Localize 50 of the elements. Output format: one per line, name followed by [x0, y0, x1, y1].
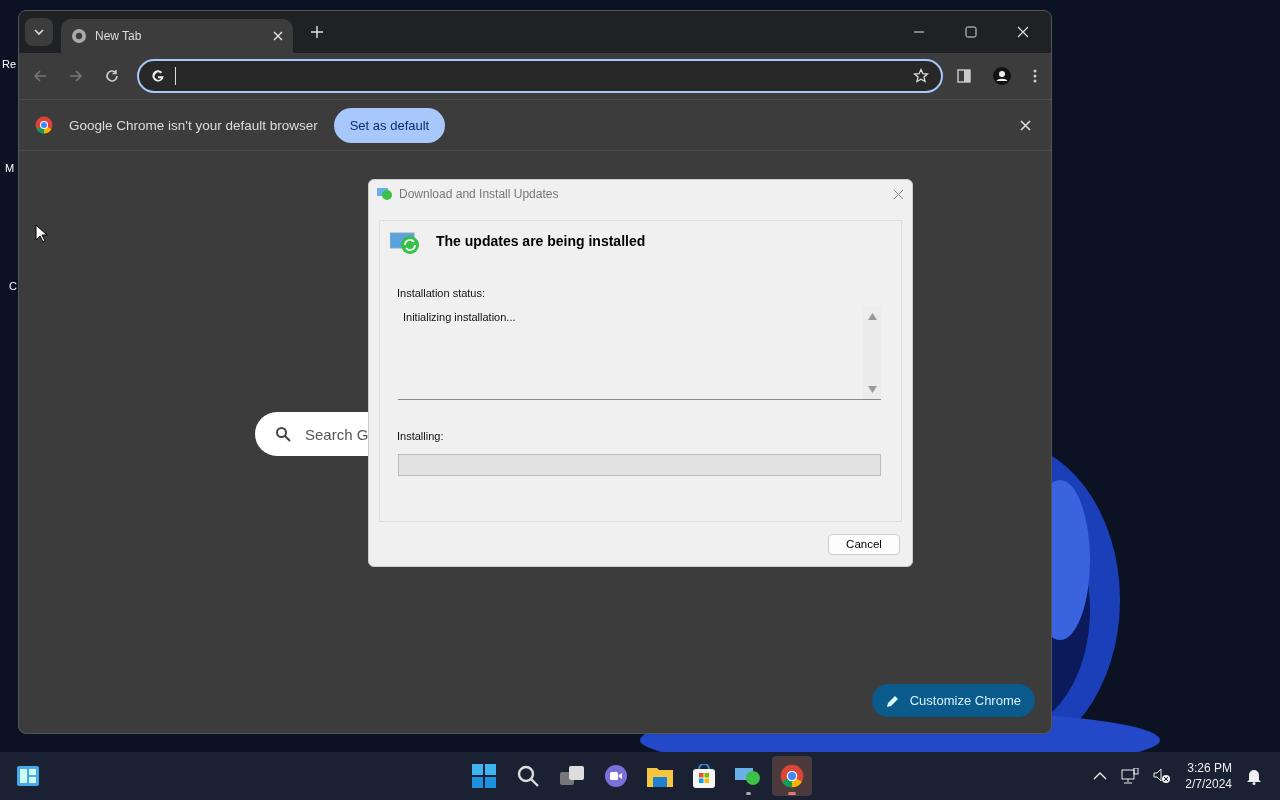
back-icon[interactable]: [33, 69, 47, 83]
clock-time: 3:26 PM: [1187, 761, 1232, 775]
star-icon[interactable]: [913, 68, 929, 84]
infobar-message: Google Chrome isn't your default browser: [69, 117, 318, 133]
mouse-cursor-icon: [35, 224, 47, 243]
video-chat-icon: [604, 764, 628, 788]
desktop-icon-label: Re: [2, 58, 17, 70]
chevron-down-icon: [34, 29, 44, 35]
search-placeholder: Search G: [305, 425, 369, 443]
windows-icon: [472, 764, 496, 788]
update-icon: [735, 766, 761, 786]
tab-search-button[interactable]: [25, 18, 53, 46]
pencil-icon: [885, 693, 900, 708]
status-label: Installation status:: [397, 287, 487, 299]
desktop-icon-label: M: [5, 162, 15, 174]
update-icon: [377, 187, 393, 201]
google-icon: [151, 69, 165, 83]
muted-speaker-icon[interactable]: [1153, 768, 1172, 784]
menu-icon[interactable]: [1033, 69, 1037, 83]
dialog-title: Download and Install Updates: [399, 187, 559, 201]
chevron-up-icon[interactable]: [1093, 772, 1108, 780]
new-tab-icon[interactable]: [311, 26, 323, 38]
customize-chrome-button[interactable]: Customize Chrome: [871, 684, 1035, 717]
chrome-logo-icon: [780, 764, 804, 788]
folder-icon: [647, 765, 673, 787]
taskbar-app[interactable]: [772, 756, 812, 796]
address-bar[interactable]: [137, 59, 943, 93]
search-icon: [275, 426, 291, 442]
clock[interactable]: 3:26 PM 2/7/2024: [1185, 761, 1232, 791]
maximize-icon[interactable]: [965, 26, 977, 38]
browser-tab[interactable]: New Tab: [61, 19, 293, 53]
search-icon: [517, 765, 539, 787]
reload-icon[interactable]: [105, 69, 119, 83]
chrome-icon: [71, 28, 87, 44]
cancel-button[interactable]: Cancel: [828, 533, 900, 555]
side-panel-icon[interactable]: [957, 69, 971, 83]
chrome-logo-icon: [35, 116, 53, 134]
tab-title: New Tab: [95, 29, 142, 43]
clock-date: 2/7/2024: [1185, 777, 1232, 791]
store-icon: [692, 764, 716, 788]
profile-icon[interactable]: [993, 67, 1011, 85]
status-text: Initializing installation...: [402, 310, 517, 325]
network-icon[interactable]: [1121, 768, 1140, 784]
task-view-icon: [560, 766, 584, 786]
desktop-icon-label: C: [9, 280, 17, 292]
forward-icon[interactable]: [69, 69, 83, 83]
widgets-icon[interactable]: [16, 765, 40, 787]
dialog-heading: The updates are being installed: [436, 233, 646, 249]
notification-bell-icon[interactable]: [1246, 767, 1262, 785]
set-default-button[interactable]: Set as default: [333, 107, 446, 143]
